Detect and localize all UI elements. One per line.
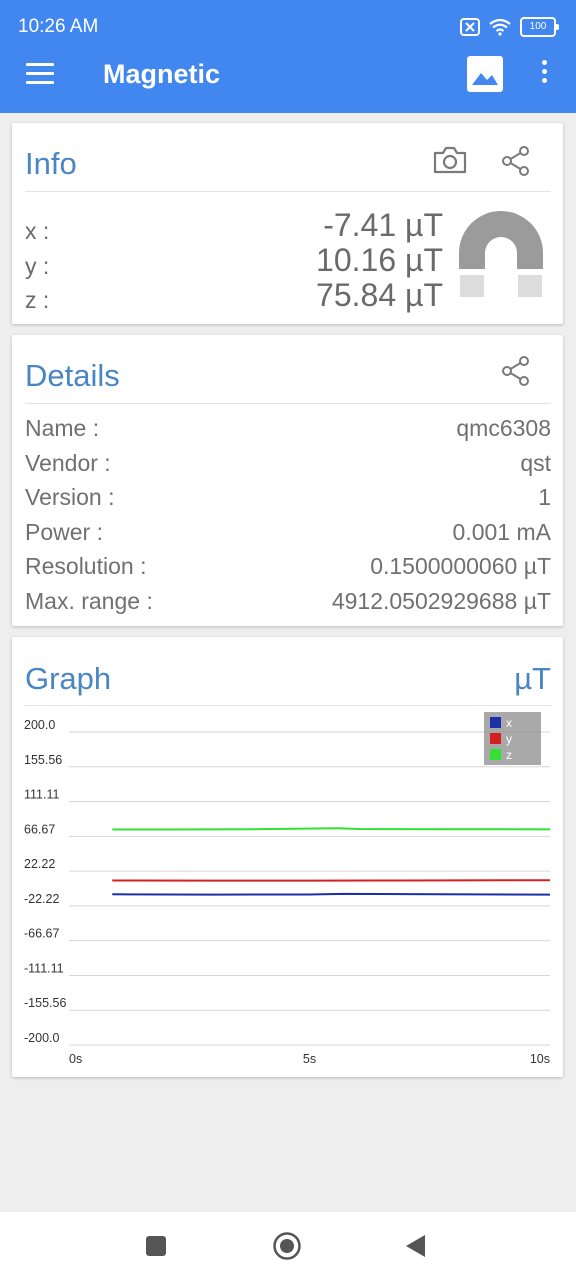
camera-icon[interactable] — [432, 145, 468, 175]
back-triangle-icon[interactable] — [405, 1234, 427, 1258]
legend-swatch-y — [490, 733, 501, 744]
detail-label-version: Version : — [25, 484, 115, 510]
legend-label-z: z — [506, 748, 512, 762]
app-bar: 10:26 AM 100 Magnetic — [0, 0, 576, 113]
image-button[interactable] — [467, 56, 503, 92]
details-divider — [25, 403, 551, 404]
y-tick-label: -66.67 — [24, 927, 59, 941]
status-time: 10:26 AM — [18, 16, 99, 37]
y-tick-label: 66.67 — [24, 822, 55, 836]
y-tick-label: -155.56 — [24, 996, 66, 1010]
detail-label-power: Power : — [25, 519, 103, 545]
image-icon — [472, 73, 498, 85]
status-icons: 100 — [460, 16, 559, 38]
square-icon[interactable] — [146, 1236, 166, 1256]
y-tick-label: 155.56 — [24, 753, 62, 767]
info-label-z: z : — [25, 287, 50, 313]
more-options-button[interactable] — [537, 60, 551, 90]
legend-swatch-z — [490, 749, 501, 760]
y-tick-label: -111.11 — [24, 961, 64, 975]
share-icon[interactable] — [500, 355, 532, 387]
info-label-y: y : — [25, 253, 50, 279]
x-tick-label: 5s — [303, 1052, 316, 1066]
detail-label-name: Name : — [25, 415, 100, 441]
menu-button[interactable] — [26, 63, 54, 85]
detail-value-power: 0.001 mA — [452, 519, 551, 545]
detail-label-resolution: Resolution : — [25, 553, 147, 579]
info-label-x: x : — [25, 218, 50, 244]
detail-value-version: 1 — [538, 484, 551, 510]
y-tick-label: -200.0 — [24, 1031, 59, 1045]
series-line-x — [112, 892, 551, 896]
y-tick-label: -22.22 — [24, 892, 59, 906]
magnet-icon — [459, 211, 543, 297]
y-tick-label: 111.11 — [24, 788, 59, 802]
y-tick-label: 200.0 — [24, 718, 55, 732]
legend-label-x: x — [506, 716, 512, 730]
x-tick-label: 0s — [69, 1052, 82, 1066]
info-card: Info x : y : z : -7.41 µT 10.16 µT 75.84… — [12, 123, 563, 324]
y-tick-label: 22.22 — [24, 857, 55, 871]
app-title: Magnetic — [103, 59, 221, 89]
magnetic-graph: 200.0 155.56 111.11 66.67 22.22 -22.22 -66.67 -… — [24, 712, 551, 1066]
detail-value-vendor: qst — [520, 450, 551, 476]
detail-value-name: qmc6308 — [456, 415, 551, 441]
navigation-bar — [0, 1212, 576, 1280]
sim-icon — [460, 18, 480, 36]
wifi-icon — [489, 18, 511, 36]
info-value-z: 75.84 µT — [316, 277, 443, 313]
info-value-y: 10.16 µT — [316, 242, 443, 278]
graph-card: Graph µT 200.0 155.56 111.11 66.67 22.22 -22.… — [12, 637, 563, 1077]
detail-value-resolution: 0.1500000060 µT — [370, 553, 551, 579]
battery-icon: 100 — [520, 17, 559, 37]
circle-home-icon[interactable] — [272, 1231, 302, 1261]
x-tick-label: 10s — [530, 1052, 550, 1066]
legend-swatch-x — [490, 717, 501, 728]
info-value-x: -7.41 µT — [323, 207, 443, 243]
details-card: Details Name : qmc6308 Vendor : qst Vers… — [12, 335, 563, 626]
info-divider — [25, 191, 551, 192]
series-line-z — [112, 827, 551, 831]
info-title: Info — [25, 146, 77, 181]
share-icon[interactable] — [500, 145, 532, 177]
details-title: Details — [25, 358, 120, 393]
detail-label-max-range: Max. range : — [25, 588, 153, 614]
detail-label-vendor: Vendor : — [25, 450, 111, 476]
detail-value-max-range: 4912.0502929688 µT — [331, 588, 551, 614]
legend-label-y: y — [506, 732, 512, 746]
